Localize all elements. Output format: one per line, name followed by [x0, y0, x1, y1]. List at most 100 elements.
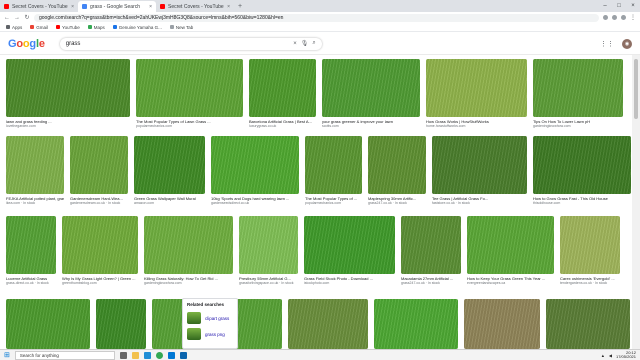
maximize-icon[interactable]: □ — [612, 0, 626, 12]
image-result[interactable]: Prestbury 55mm Artificial G... grassforli… — [239, 216, 298, 288]
image-result[interactable]: The Most Popular Types of Lawn Grass ...… — [136, 59, 243, 131]
mail-icon[interactable] — [179, 351, 187, 359]
result-thumbnail[interactable] — [533, 59, 623, 117]
result-thumbnail[interactable] — [467, 216, 554, 274]
bookmark-youtube[interactable]: YouTube — [56, 25, 80, 30]
store-icon[interactable] — [167, 351, 175, 359]
bookmark-maps[interactable]: Maps — [87, 25, 105, 30]
result-thumbnail[interactable] — [249, 59, 316, 117]
image-result[interactable]: The Most Popular Types of ... popularmech… — [305, 136, 362, 208]
tab-youtube-2[interactable]: Secret Covers - YouTube × — [156, 1, 234, 12]
image-result[interactable]: Gardenersdream Hard-Wea... gardenersdream… — [70, 136, 128, 208]
search-icon[interactable]: ⌕ — [312, 40, 315, 47]
image-result[interactable]: Killing Grass Naturally: How To Get Rid … — [144, 216, 233, 288]
image-result[interactable]: Barcelona Artificial Grass | Best A... lu… — [249, 59, 316, 131]
result-thumbnail[interactable] — [374, 299, 458, 349]
related-item[interactable]: clipart grass — [183, 310, 237, 326]
menu-icon[interactable]: ⋮ — [630, 14, 636, 21]
result-thumbnail[interactable] — [62, 216, 138, 274]
close-window-icon[interactable]: × — [626, 0, 640, 12]
image-result[interactable]: lawn and grass feeding ... lovethegarden.… — [6, 59, 130, 131]
image-result[interactable]: Macadamia 27mm Artificial ... grass247.co… — [401, 216, 461, 288]
result-thumbnail[interactable] — [546, 299, 630, 349]
taskbar-search-input[interactable]: Search for anything — [14, 350, 115, 360]
google-apps-icon[interactable]: ⋮⋮ — [600, 40, 614, 48]
result-thumbnail[interactable] — [560, 216, 620, 274]
task-view-icon[interactable] — [119, 351, 127, 359]
image-result[interactable] — [96, 299, 146, 349]
image-result[interactable]: How to Grow Grass Fast - This Old House t… — [533, 136, 631, 208]
image-result[interactable]: FEJKA Artificial potted plant, grass ...… — [6, 136, 64, 208]
result-thumbnail[interactable] — [368, 136, 426, 194]
minimize-icon[interactable]: – — [598, 0, 612, 12]
image-result[interactable]: Tips On How To Lower Lawn pH gardeningkno… — [533, 59, 623, 131]
image-result[interactable] — [464, 299, 540, 349]
forward-icon[interactable]: → — [14, 15, 20, 21]
image-result[interactable]: Carex oshimensis 'Evergold' ... tendergar… — [560, 216, 620, 288]
google-logo[interactable]: Google — [8, 38, 45, 50]
bookmark-apps[interactable]: Apps — [6, 25, 22, 30]
bookmark-new-tab[interactable]: New Tab — [169, 25, 193, 30]
result-thumbnail[interactable] — [288, 299, 368, 349]
image-result[interactable]: How Grass Works | HowStuffWorks home.hows… — [426, 59, 527, 131]
result-thumbnail[interactable] — [426, 59, 527, 117]
image-result[interactable]: Why Is My Grass Light Green? | Green ...… — [62, 216, 138, 288]
network-icon[interactable]: ▲ — [601, 353, 605, 358]
result-thumbnail[interactable] — [6, 299, 90, 349]
result-thumbnail[interactable] — [464, 299, 540, 349]
bookmark-gmail[interactable]: Gmail — [30, 25, 48, 30]
result-thumbnail[interactable] — [96, 299, 146, 349]
microphone-icon[interactable]: 🎙 — [301, 40, 309, 47]
image-result[interactable]: 10kg 'Sports and Dogs hard wearing lawn … — [211, 136, 299, 208]
avatar[interactable]: ◉ — [622, 38, 632, 49]
image-result[interactable]: Tee Grass | Artificial Grass Fo... fastst… — [432, 136, 527, 208]
profile-icon[interactable] — [621, 15, 626, 20]
url-input[interactable]: google.com/search?q=grass&tbm=isch&ved=2… — [34, 13, 599, 22]
result-thumbnail[interactable] — [134, 136, 205, 194]
result-thumbnail[interactable] — [533, 136, 631, 194]
result-thumbnail[interactable] — [322, 59, 420, 117]
close-tab-icon[interactable]: × — [149, 4, 152, 10]
clock[interactable]: 20:12 17/05/2021 — [616, 351, 636, 359]
close-tab-icon[interactable]: × — [71, 4, 74, 10]
reload-icon[interactable]: ↻ — [24, 14, 30, 21]
result-thumbnail[interactable] — [401, 216, 461, 274]
clear-icon[interactable]: × — [293, 41, 297, 47]
result-thumbnail[interactable] — [305, 136, 362, 194]
result-thumbnail[interactable] — [211, 136, 299, 194]
result-thumbnail[interactable] — [6, 136, 64, 194]
result-thumbnail[interactable] — [6, 216, 56, 274]
result-thumbnail[interactable] — [144, 216, 233, 274]
image-result[interactable]: Grass Field Stock Photo - Download ... is… — [304, 216, 395, 288]
star-icon[interactable] — [603, 15, 608, 20]
related-item[interactable]: grass png — [183, 326, 237, 342]
chrome-icon[interactable] — [155, 351, 163, 359]
image-result[interactable]: your grass greener & improve your lawn sc… — [322, 59, 420, 131]
result-thumbnail[interactable] — [239, 216, 298, 274]
image-result[interactable] — [546, 299, 630, 349]
image-result[interactable] — [288, 299, 368, 349]
image-result[interactable]: How to Keep Your Grass Green This Year .… — [467, 216, 554, 288]
scrollbar[interactable] — [632, 55, 640, 349]
tab-google-search[interactable]: grass - Google Search × — [78, 1, 156, 12]
result-thumbnail[interactable] — [432, 136, 527, 194]
image-result[interactable] — [374, 299, 458, 349]
result-thumbnail[interactable] — [70, 136, 128, 194]
result-thumbnail[interactable] — [136, 59, 243, 117]
tab-youtube-1[interactable]: Secret Covers - YouTube × — [0, 1, 78, 12]
search-input[interactable]: grass — [66, 41, 289, 47]
result-thumbnail[interactable] — [6, 59, 130, 117]
image-result[interactable]: Lucerne Artificial Grass grass-direct.co.… — [6, 216, 56, 288]
file-explorer-icon[interactable] — [131, 351, 139, 359]
scrollbar-thumb[interactable] — [634, 59, 638, 119]
image-result[interactable] — [6, 299, 90, 349]
back-icon[interactable]: ← — [4, 15, 10, 21]
result-thumbnail[interactable] — [304, 216, 395, 274]
close-tab-icon[interactable]: × — [227, 4, 230, 10]
extension-icon[interactable] — [612, 15, 617, 20]
edge-icon[interactable] — [143, 351, 151, 359]
bookmark-yamaha[interactable]: Genuine Yamaha G... — [112, 25, 162, 30]
search-box[interactable]: grass × 🎙 ⌕ — [60, 38, 322, 50]
image-result[interactable]: Green Grass Wallpaper Wall Mural amazon.c… — [134, 136, 205, 208]
windows-start-icon[interactable]: ⊞ — [4, 351, 10, 359]
